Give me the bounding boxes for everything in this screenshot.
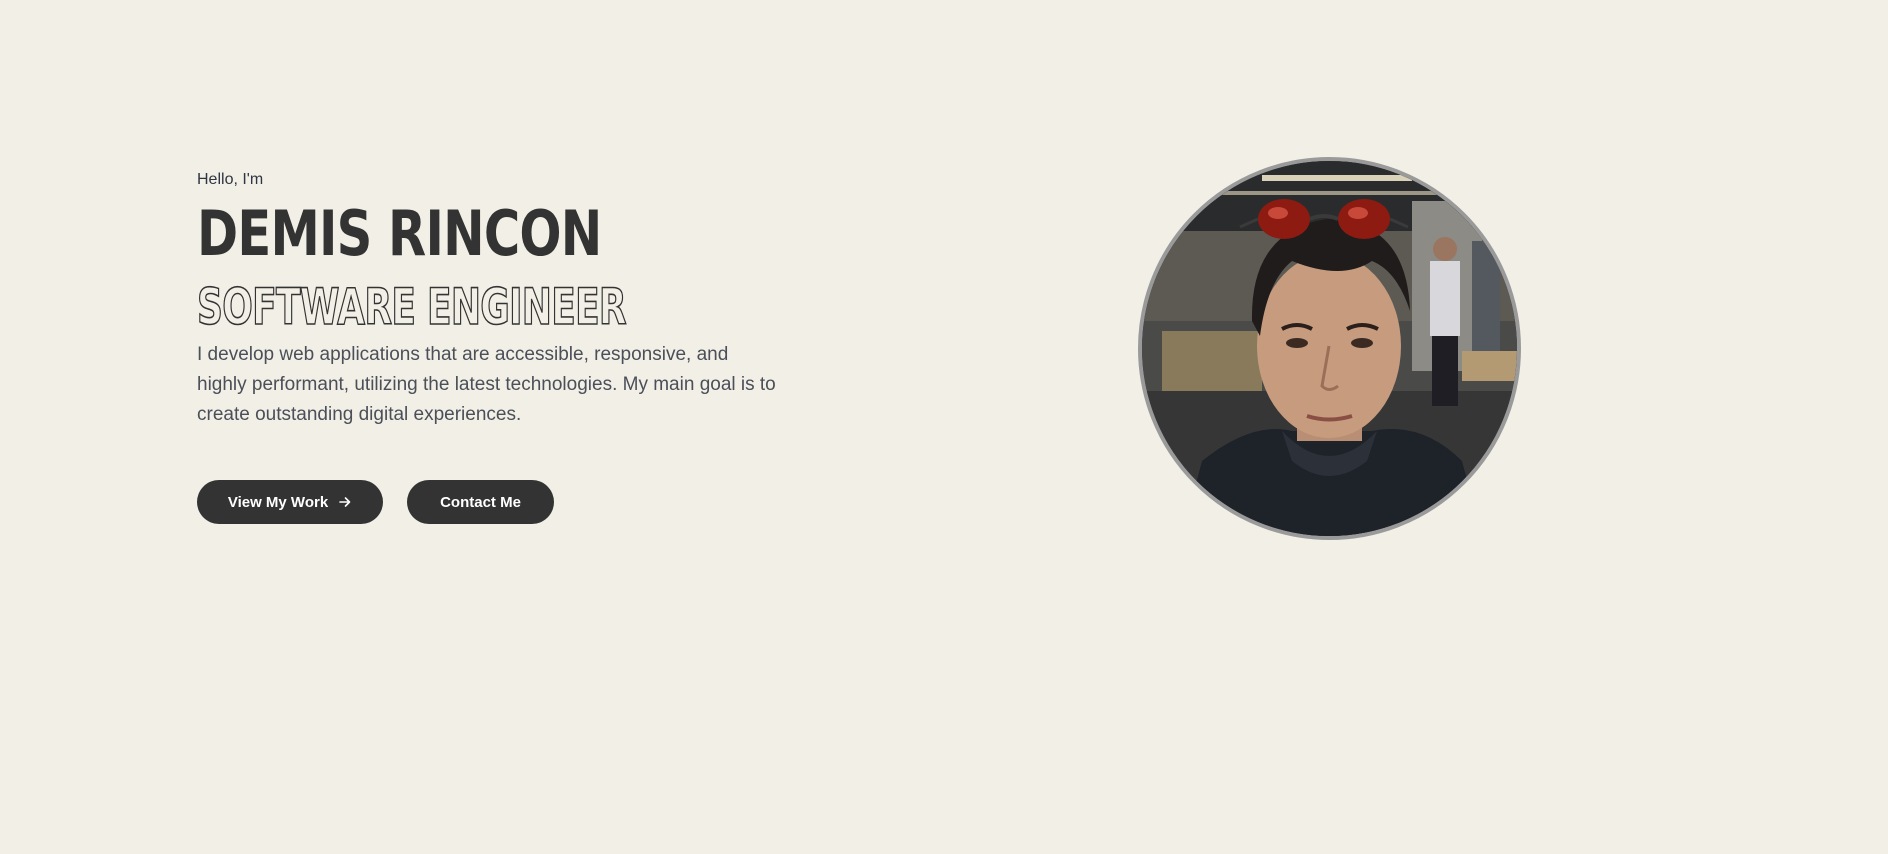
contact-me-button[interactable]: Contact Me [407, 480, 554, 524]
hero-text: Hello, I'm DEMIS RINCON SOFTWARE ENGINEE… [196, 170, 797, 524]
contact-me-label: Contact Me [440, 493, 521, 511]
profile-photo [1142, 161, 1517, 536]
hero-actions: View My Work Contact Me [197, 480, 797, 524]
role-heading: SOFTWARE ENGINEER [196, 278, 627, 336]
hero-section: Hello, I'm DEMIS RINCON SOFTWARE ENGINEE… [0, 0, 1888, 854]
greeting-text: Hello, I'm [197, 171, 264, 188]
bio-text: I develop web applications that are acce… [197, 344, 776, 425]
view-my-work-button[interactable]: View My Work [197, 480, 383, 524]
name-heading: DEMIS RINCON [197, 197, 602, 270]
profile-avatar [1138, 157, 1521, 540]
arrow-right-icon [338, 495, 352, 509]
view-my-work-label: View My Work [227, 493, 329, 511]
